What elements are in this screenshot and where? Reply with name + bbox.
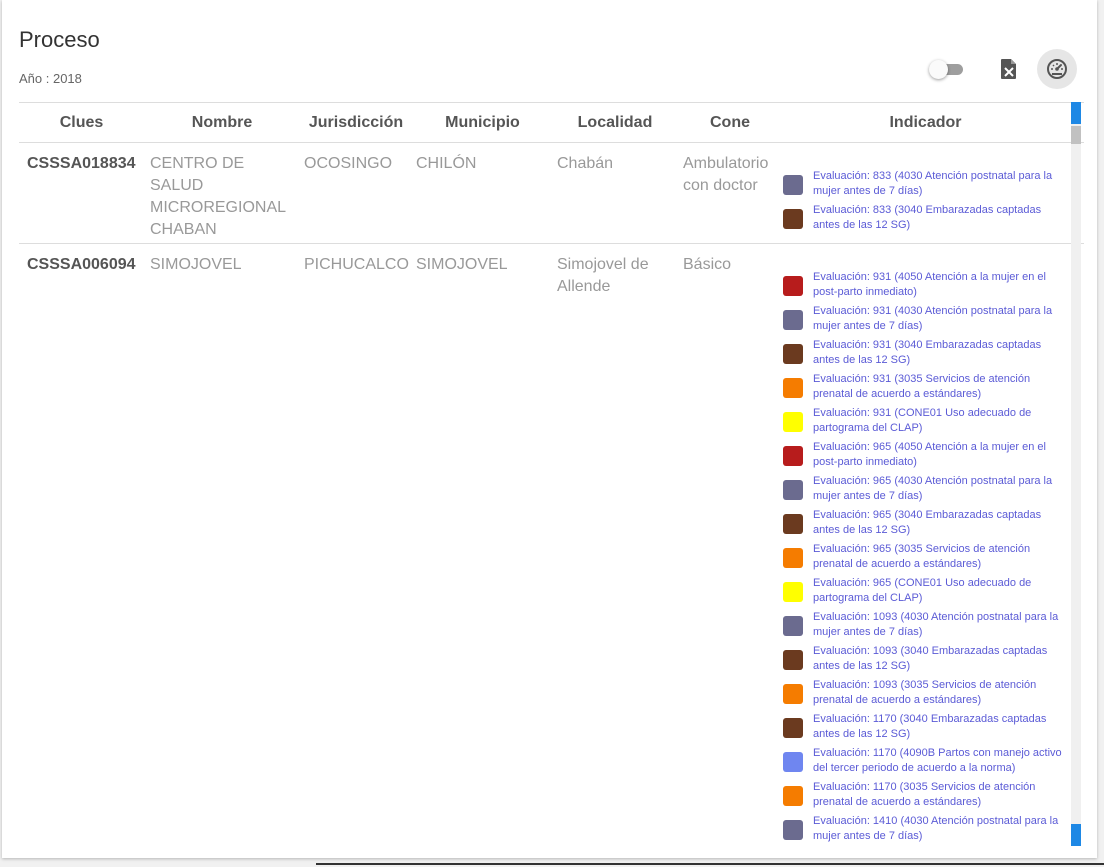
indicator-color-swatch <box>783 175 803 195</box>
indicator-item[interactable]: Evaluación: 1170 (4090B Partos con manej… <box>783 746 1068 776</box>
indicator-item[interactable]: Evaluación: 931 (3040 Embarazadas captad… <box>783 338 1068 368</box>
indicator-link[interactable]: Evaluación: 931 (3040 Embarazadas captad… <box>813 338 1063 368</box>
table-header: Clues Nombre Jurisdicción Municipio Loca… <box>19 103 1084 143</box>
toggle-switch[interactable] <box>929 59 965 79</box>
indicator-link[interactable]: Evaluación: 1410 (4030 Atención postnata… <box>813 814 1063 844</box>
indicator-link[interactable]: Evaluación: 965 (4030 Atención postnatal… <box>813 474 1063 504</box>
indicator-color-swatch <box>783 548 803 568</box>
indicator-item[interactable]: Evaluación: 965 (3035 Servicios de atenc… <box>783 542 1068 572</box>
indicator-link[interactable]: Evaluación: 1093 (3035 Servicios de aten… <box>813 678 1063 708</box>
indicator-color-swatch <box>783 786 803 806</box>
indicator-item[interactable]: Evaluación: 965 (4030 Atención postnatal… <box>783 474 1068 504</box>
indicator-link[interactable]: Evaluación: 1170 (3035 Servicios de aten… <box>813 780 1063 810</box>
cell-localidad: Simojovel de Allende <box>557 256 649 295</box>
cell-nombre: CENTRO DE SALUD MICROREGIONAL CHABAN <box>150 155 286 238</box>
indicator-color-swatch <box>783 684 803 704</box>
cell-nombre: SIMOJOVEL <box>150 256 242 273</box>
column-header-indicador[interactable]: Indicador <box>783 114 1068 132</box>
indicator-item[interactable]: Evaluación: 931 (CONE01 Uso adecuado de … <box>783 406 1068 436</box>
year-label: Año : 2018 <box>19 71 82 86</box>
indicator-color-swatch <box>783 752 803 772</box>
cell-clues: CSSSA006094 <box>27 256 136 273</box>
cell-clues: CSSSA018834 <box>27 155 136 172</box>
table-row: CSSSA018834 CENTRO DE SALUD MICROREGIONA… <box>19 143 1084 244</box>
indicator-link[interactable]: Evaluación: 1093 (3040 Embarazadas capta… <box>813 644 1063 674</box>
indicator-item[interactable]: Evaluación: 965 (4050 Atención a la muje… <box>783 440 1068 470</box>
indicator-link[interactable]: Evaluación: 1170 (4090B Partos con manej… <box>813 746 1063 776</box>
indicator-item[interactable]: Evaluación: 1170 (3035 Servicios de aten… <box>783 780 1068 810</box>
excel-file-icon <box>1001 59 1016 79</box>
indicator-item[interactable]: Evaluación: 931 (4050 Atención a la muje… <box>783 270 1068 300</box>
scroll-down-arrow[interactable] <box>1071 824 1081 846</box>
indicator-link[interactable]: Evaluación: 965 (CONE01 Uso adecuado de … <box>813 576 1063 606</box>
indicator-item[interactable]: Evaluación: 965 (CONE01 Uso adecuado de … <box>783 576 1068 606</box>
indicator-color-swatch <box>783 446 803 466</box>
indicator-link[interactable]: Evaluación: 965 (3035 Servicios de atenc… <box>813 542 1063 572</box>
column-header-clues[interactable]: Clues <box>19 114 144 132</box>
indicator-color-swatch <box>783 718 803 738</box>
cell-localidad: Chabán <box>557 155 614 172</box>
indicator-color-swatch <box>783 820 803 840</box>
indicator-item[interactable]: Evaluación: 931 (4030 Atención postnatal… <box>783 304 1068 334</box>
indicator-item[interactable]: Evaluación: 1170 (3040 Embarazadas capta… <box>783 712 1068 742</box>
indicator-color-swatch <box>783 616 803 636</box>
indicator-color-swatch <box>783 276 803 296</box>
indicator-link[interactable]: Evaluación: 1093 (4030 Atención postnata… <box>813 610 1063 640</box>
indicator-color-swatch <box>783 209 803 229</box>
cell-indicador: Evaluación: 833 (4030 Atención postnatal… <box>783 143 1068 243</box>
indicator-item[interactable]: Evaluación: 1093 (4030 Atención postnata… <box>783 610 1068 640</box>
toggle-thumb <box>929 60 948 79</box>
process-card: Proceso Año : 2018 Clues Nombre Jurisdic… <box>2 0 1097 858</box>
dashboard-button[interactable] <box>1037 49 1077 89</box>
table-row: CSSSA006094 SIMOJOVEL PICHUCALCO SIMOJOV… <box>19 244 1084 846</box>
indicator-link[interactable]: Evaluación: 965 (4050 Atención a la muje… <box>813 440 1063 470</box>
indicator-color-swatch <box>783 412 803 432</box>
indicator-link[interactable]: Evaluación: 931 (CONE01 Uso adecuado de … <box>813 406 1063 436</box>
indicator-link[interactable]: Evaluación: 1170 (3040 Embarazadas capta… <box>813 712 1063 742</box>
export-excel-button[interactable] <box>989 49 1029 89</box>
indicator-link[interactable]: Evaluación: 833 (4030 Atención postnatal… <box>813 169 1063 199</box>
vertical-scrollbar[interactable] <box>1071 102 1081 846</box>
indicator-link[interactable]: Evaluación: 931 (4030 Atención postnatal… <box>813 304 1063 334</box>
indicator-item[interactable]: Evaluación: 1093 (3035 Servicios de aten… <box>783 678 1068 708</box>
indicator-item[interactable]: Evaluación: 1093 (3040 Embarazadas capta… <box>783 644 1068 674</box>
indicator-color-swatch <box>783 310 803 330</box>
column-header-localidad[interactable]: Localidad <box>553 114 677 132</box>
indicator-link[interactable]: Evaluación: 931 (3035 Servicios de atenc… <box>813 372 1063 402</box>
scroll-thumb[interactable] <box>1071 126 1081 144</box>
column-header-municipio[interactable]: Municipio <box>412 114 553 132</box>
bottom-divider <box>316 863 1104 865</box>
indicator-item[interactable]: Evaluación: 931 (3035 Servicios de atenc… <box>783 372 1068 402</box>
cell-municipio: CHILÓN <box>416 155 477 172</box>
indicator-color-swatch <box>783 480 803 500</box>
cell-jurisdiccion: OCOSINGO <box>304 155 393 172</box>
speedometer-icon <box>1047 59 1067 79</box>
indicator-link[interactable]: Evaluación: 833 (3040 Embarazadas captad… <box>813 203 1063 233</box>
indicator-color-swatch <box>783 650 803 670</box>
scroll-up-arrow[interactable] <box>1071 102 1081 124</box>
indicator-color-swatch <box>783 582 803 602</box>
indicator-link[interactable]: Evaluación: 965 (3040 Embarazadas captad… <box>813 508 1063 538</box>
indicator-item[interactable]: Evaluación: 833 (4030 Atención postnatal… <box>783 169 1068 199</box>
data-table: Clues Nombre Jurisdicción Municipio Loca… <box>19 102 1084 846</box>
cell-municipio: SIMOJOVEL <box>416 256 508 273</box>
toolbar <box>929 49 1077 89</box>
indicator-link[interactable]: Evaluación: 931 (4050 Atención a la muje… <box>813 270 1063 300</box>
cell-cone: Ambulatorio con doctor <box>683 155 769 194</box>
column-header-nombre[interactable]: Nombre <box>144 114 300 132</box>
indicator-item[interactable]: Evaluación: 1410 (4030 Atención postnata… <box>783 814 1068 844</box>
column-header-cone[interactable]: Cone <box>677 114 783 132</box>
cell-indicador: Evaluación: 931 (4050 Atención a la muje… <box>783 244 1068 846</box>
indicator-item[interactable]: Evaluación: 833 (3040 Embarazadas captad… <box>783 203 1068 233</box>
indicator-item[interactable]: Evaluación: 965 (3040 Embarazadas captad… <box>783 508 1068 538</box>
column-header-jurisdiccion[interactable]: Jurisdicción <box>300 114 412 132</box>
page-title: Proceso <box>19 27 100 52</box>
indicator-color-swatch <box>783 344 803 364</box>
indicator-color-swatch <box>783 378 803 398</box>
indicator-color-swatch <box>783 514 803 534</box>
cell-jurisdiccion: PICHUCALCO <box>304 256 409 273</box>
cell-cone: Básico <box>683 256 732 273</box>
